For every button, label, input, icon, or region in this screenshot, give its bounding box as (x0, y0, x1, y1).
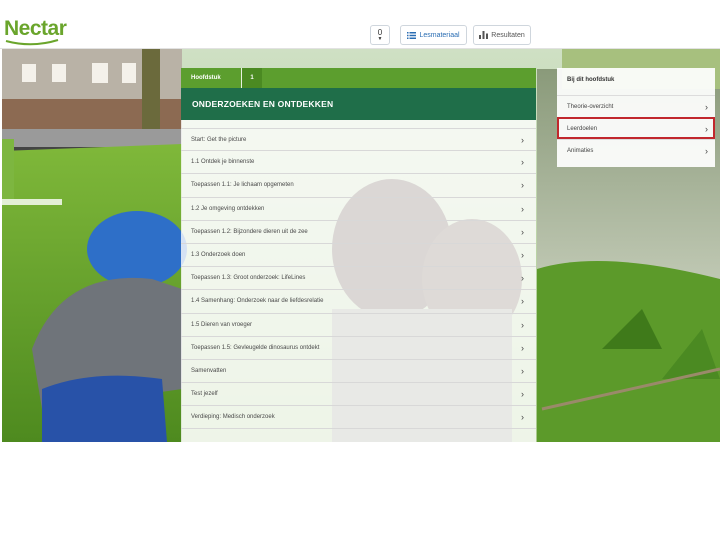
nectar-logo[interactable]: Nectar (4, 18, 67, 40)
chevron-right-icon: › (521, 342, 524, 353)
sidebar-item-label: Leerdoelen (567, 125, 598, 132)
chevron-right-icon: › (521, 389, 524, 400)
list-item-label: Toepassen 1.3: Groot onderzoek: LifeLine… (191, 275, 306, 282)
tab-chapter-number[interactable]: 1 (241, 68, 262, 88)
chevron-right-icon: › (521, 412, 524, 423)
resultaten-button[interactable]: Resultaten (473, 25, 531, 45)
list-icon (407, 31, 417, 39)
chapter-panel: Hoofdstuk 1 ONDERZOEKEN EN ONTDEKKEN Sta… (181, 68, 536, 442)
list-item[interactable]: 1.4 Samenhang: Onderzoek naar de liefdes… (181, 290, 536, 314)
top-bar: Nectar 0 ▼ Lesmateriaal Resultaten (0, 0, 720, 49)
list-item-label: Samenvatten (191, 367, 227, 374)
chevron-right-icon: › (521, 134, 524, 145)
resultaten-label: Resultaten (491, 31, 525, 39)
list-item[interactable]: Toepassen 1.5: Gevleugelde dinosaurus on… (181, 337, 536, 360)
list-item-label: 1.3 Onderzoek doen (191, 252, 246, 259)
chevron-right-icon: › (705, 145, 708, 156)
list-item-label: Toepassen 1.5: Gevleugelde dinosaurus on… (191, 344, 320, 351)
list-item[interactable]: 1.3 Onderzoek doen › (181, 244, 536, 268)
list-item-label: 1.1 Ontdek je binnenste (191, 159, 255, 166)
list-item-label: Toepassen 1.2: Bijzondere dieren uit de … (191, 228, 308, 235)
lesmateriaal-button[interactable]: Lesmateriaal (400, 25, 467, 45)
list-item[interactable]: Samenvatten › (181, 360, 536, 384)
list-item-label: Test jezelf (191, 391, 218, 398)
chevron-right-icon: › (521, 319, 524, 330)
sidebar-item-animaties[interactable]: Animaties › (557, 139, 715, 161)
tab-hoofdstuk[interactable]: Hoofdstuk (191, 68, 221, 88)
counter-dropdown[interactable]: 0 ▼ (370, 25, 390, 45)
logo-swoosh-icon (5, 39, 59, 46)
chevron-right-icon: › (521, 273, 524, 284)
chapter-sidebar: Bij dit hoofdstuk Theorie-overzicht › Le… (557, 68, 715, 167)
list-item[interactable]: Toepassen 1.3: Groot onderzoek: LifeLine… (181, 267, 536, 291)
lesmateriaal-label: Lesmateriaal (419, 31, 460, 39)
sidebar-title: Bij dit hoofdstuk (567, 77, 615, 83)
sidebar-item-label: Theorie-overzicht (567, 103, 614, 110)
list-item[interactable]: Start: Get the picture › (181, 128, 536, 152)
list-item[interactable]: Toepassen 1.1: Je lichaam opgemeten › (181, 174, 536, 198)
chapter-tabs: Hoofdstuk 1 (181, 68, 536, 88)
chevron-right-icon: › (521, 296, 524, 307)
sidebar-item-theorie-overzicht[interactable]: Theorie-overzicht › (557, 95, 715, 117)
chapter-item-list: Start: Get the picture › 1.1 Ontdek je bi… (181, 128, 536, 430)
chevron-down-icon: ▼ (377, 36, 383, 42)
chevron-right-icon: › (521, 250, 524, 261)
chapter-title: ONDERZOEKEN EN ONTDEKKEN (181, 88, 536, 120)
list-item-label: 1.4 Samenhang: Onderzoek naar de liefdes… (191, 298, 324, 305)
list-item-label: 1.5 Dieren van vroeger (191, 321, 253, 328)
chevron-right-icon: › (521, 203, 524, 214)
chevron-right-icon: › (521, 157, 524, 168)
chevron-right-icon: › (705, 123, 708, 134)
sidebar-item-label: Animaties (567, 147, 594, 154)
chevron-right-icon: › (705, 101, 708, 112)
chevron-right-icon: › (521, 180, 524, 191)
list-item[interactable]: Toepassen 1.2: Bijzondere dieren uit de … (181, 221, 536, 244)
list-item-label: Verdieping: Medisch onderzoek (191, 414, 275, 421)
bar-chart-icon (479, 31, 489, 39)
list-item[interactable]: 1.1 Ontdek je binnenste › (181, 151, 536, 175)
chevron-right-icon: › (521, 226, 524, 237)
list-item[interactable]: Test jezelf › (181, 383, 536, 407)
list-item[interactable]: Verdieping: Medisch onderzoek › (181, 406, 536, 430)
list-item[interactable]: 1.5 Dieren van vroeger › (181, 314, 536, 337)
list-item-label: Start: Get the picture (191, 136, 247, 143)
sidebar-item-leerdoelen[interactable]: Leerdoelen › (557, 117, 715, 139)
list-item-label: 1.2 Je omgeving ontdekken (191, 205, 265, 212)
list-item[interactable]: 1.2 Je omgeving ontdekken › (181, 198, 536, 221)
chevron-right-icon: › (521, 365, 524, 376)
list-item-label: Toepassen 1.1: Je lichaam opgemeten (191, 182, 294, 189)
